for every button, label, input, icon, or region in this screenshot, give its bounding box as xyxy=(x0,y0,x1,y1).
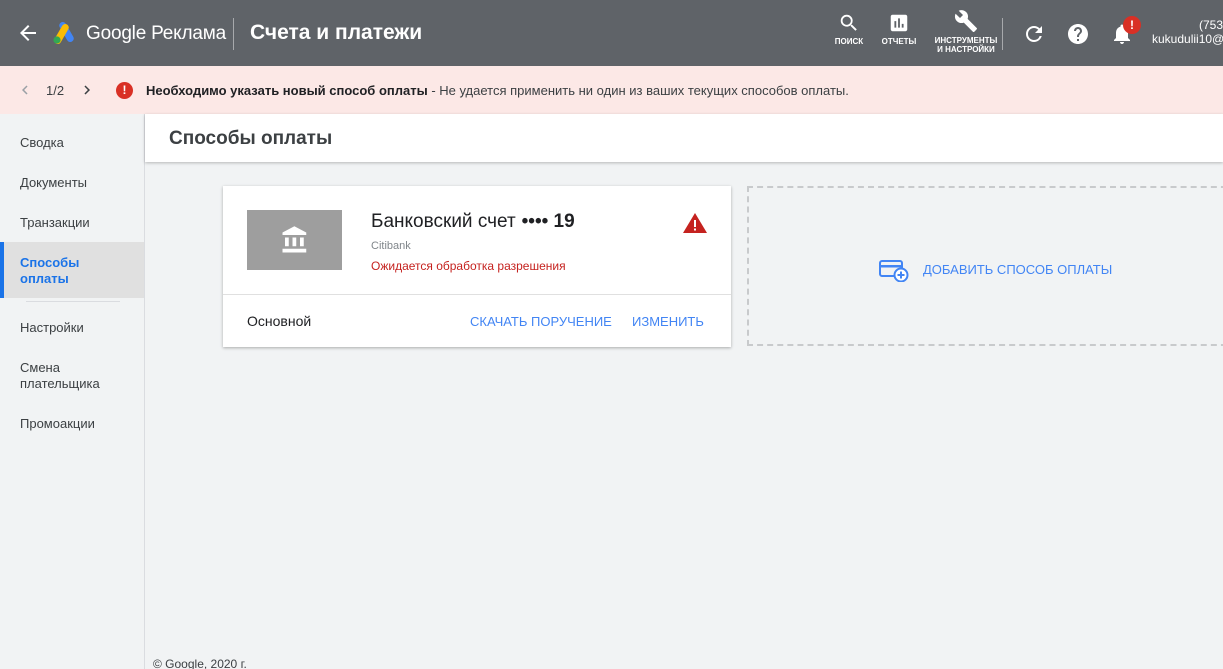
error-icon: ! xyxy=(116,82,133,99)
refresh-icon[interactable] xyxy=(1022,22,1046,46)
alert-description: - Не удается применить ни один из ваших … xyxy=(427,83,849,98)
add-card-icon xyxy=(879,260,909,282)
sidebar: Сводка Документы Транзакции Способы опла… xyxy=(0,114,145,669)
bank-name: Citibank xyxy=(371,240,411,252)
bank-tile xyxy=(247,210,342,270)
card-divider xyxy=(223,294,731,295)
account-type: Банковский счет xyxy=(371,211,516,232)
top-app-bar: Google Реклама Счета и платежи ПОИСК ОТЧ… xyxy=(0,0,1223,66)
sidebar-divider xyxy=(26,301,120,302)
wrench-icon xyxy=(954,10,977,32)
tools-label-line1: ИНСТРУМЕНТЫ xyxy=(934,36,998,45)
chevron-right-icon[interactable] xyxy=(78,81,96,99)
account-info[interactable]: (753 kukudulii10@ xyxy=(1152,18,1223,46)
sidebar-item-transactions[interactable]: Транзакции xyxy=(0,215,144,231)
alert-title: Необходимо указать новый способ оплаты xyxy=(146,83,428,98)
tools-settings-button[interactable]: ИНСТРУМЕНТЫ И НАСТРОЙКИ xyxy=(932,9,1000,54)
alert-message: Необходимо указать новый способ оплаты -… xyxy=(146,83,849,98)
section-title: Способы оплаты xyxy=(169,128,333,149)
add-payment-label: ДОБАВИТЬ СПОСОБ ОПЛАТЫ xyxy=(923,262,1113,277)
reports-label: ОТЧЕТЫ xyxy=(881,37,917,46)
add-payment-method-button[interactable]: ДОБАВИТЬ СПОСОБ ОПЛАТЫ xyxy=(747,186,1223,346)
search-icon xyxy=(840,14,857,31)
primary-label: Основной xyxy=(247,313,312,329)
download-mandate-link[interactable]: СКАЧАТЬ ПОРУЧЕНИЕ xyxy=(470,314,612,329)
copyright-footer: © Google, 2020 г. xyxy=(153,657,247,669)
help-icon[interactable] xyxy=(1066,22,1090,46)
account-number: •••• 19 xyxy=(521,211,575,232)
section-header: Способы оплаты xyxy=(145,114,1223,162)
bank-icon xyxy=(282,226,307,253)
alert-banner: 1/2 ! Необходимо указать новый способ оп… xyxy=(0,66,1223,114)
chevron-left-icon[interactable] xyxy=(16,81,34,99)
alert-counter: 1/2 xyxy=(46,83,65,98)
sidebar-item-change-payer[interactable]: Смена плательщика xyxy=(0,360,144,392)
reports-button[interactable]: ОТЧЕТЫ xyxy=(878,12,920,46)
edit-link[interactable]: ИЗМЕНИТЬ xyxy=(632,314,704,329)
brand-name[interactable]: Google Реклама xyxy=(86,23,226,45)
tools-label-line2: И НАСТРОЙКИ xyxy=(937,45,995,54)
sidebar-item-documents[interactable]: Документы xyxy=(0,175,144,191)
notification-badge: ! xyxy=(1123,16,1141,34)
sidebar-item-payment-methods[interactable]: Способы оплаты xyxy=(0,242,144,298)
sidebar-item-settings[interactable]: Настройки xyxy=(0,320,144,336)
header-divider xyxy=(233,18,234,50)
back-arrow-icon[interactable] xyxy=(16,21,40,45)
account-email: kukudulii10@ xyxy=(1152,32,1223,46)
google-ads-logo-icon xyxy=(53,22,74,44)
search-label: ПОИСК xyxy=(834,37,864,46)
search-button[interactable]: ПОИСК xyxy=(830,12,868,46)
bar-chart-icon xyxy=(890,14,908,32)
account-phone: (753 xyxy=(1198,18,1223,32)
sidebar-item-summary[interactable]: Сводка xyxy=(0,135,144,151)
page-title: Счета и платежи xyxy=(250,21,423,44)
header-divider-right xyxy=(1002,18,1003,50)
account-name: Банковский счет •••• 19 xyxy=(371,211,575,233)
warning-icon xyxy=(683,213,707,233)
verification-status: Ожидается обработка разрешения xyxy=(371,259,566,273)
sidebar-item-promotions[interactable]: Промоакции xyxy=(0,416,144,432)
payment-method-card: Банковский счет •••• 19 Citibank Ожидаетс… xyxy=(223,186,731,347)
